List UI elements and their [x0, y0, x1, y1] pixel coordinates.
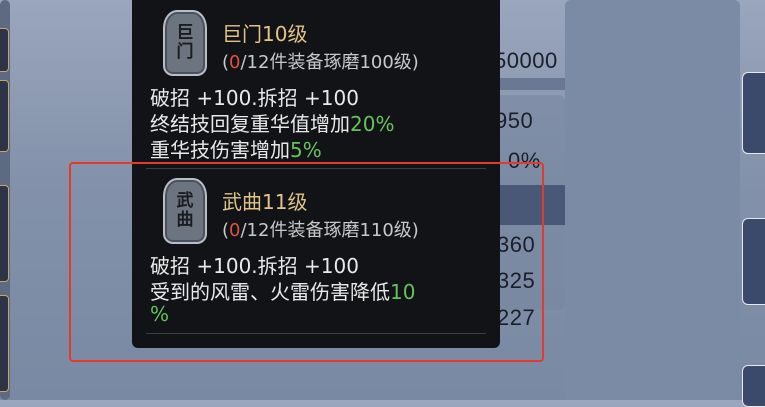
- right-equipment-slot[interactable]: [742, 365, 765, 407]
- requirement-count: 0: [229, 52, 241, 73]
- bonus-line: 破招 +100.拆招 +100: [150, 86, 359, 110]
- badge-char: 门: [176, 42, 194, 62]
- left-equipment-slot[interactable]: [0, 185, 9, 282]
- left-equipment-slot[interactable]: [0, 28, 9, 72]
- right-background-panel: [565, 0, 740, 400]
- left-equipment-slot[interactable]: [0, 295, 9, 392]
- stat-value: 950: [495, 108, 534, 133]
- set-badge-icon: 巨 门: [163, 10, 207, 76]
- bonus-line: 重华技伤害增加5%: [150, 138, 322, 162]
- stat-value: 50000: [494, 48, 558, 73]
- left-equipment-slot[interactable]: [0, 80, 9, 152]
- highlight-frame: [69, 162, 544, 362]
- bonus-value: 5%: [290, 138, 322, 162]
- right-equipment-slot[interactable]: [742, 72, 765, 154]
- set-title: 巨门10级: [222, 22, 308, 46]
- bonus-value: 20%: [350, 112, 395, 136]
- set-requirement: (0/12件装备琢磨100级): [222, 52, 419, 73]
- badge-char: 巨: [176, 23, 194, 43]
- right-equipment-slot[interactable]: [742, 218, 765, 305]
- bonus-line: 终结技回复重华值增加20%: [150, 112, 395, 136]
